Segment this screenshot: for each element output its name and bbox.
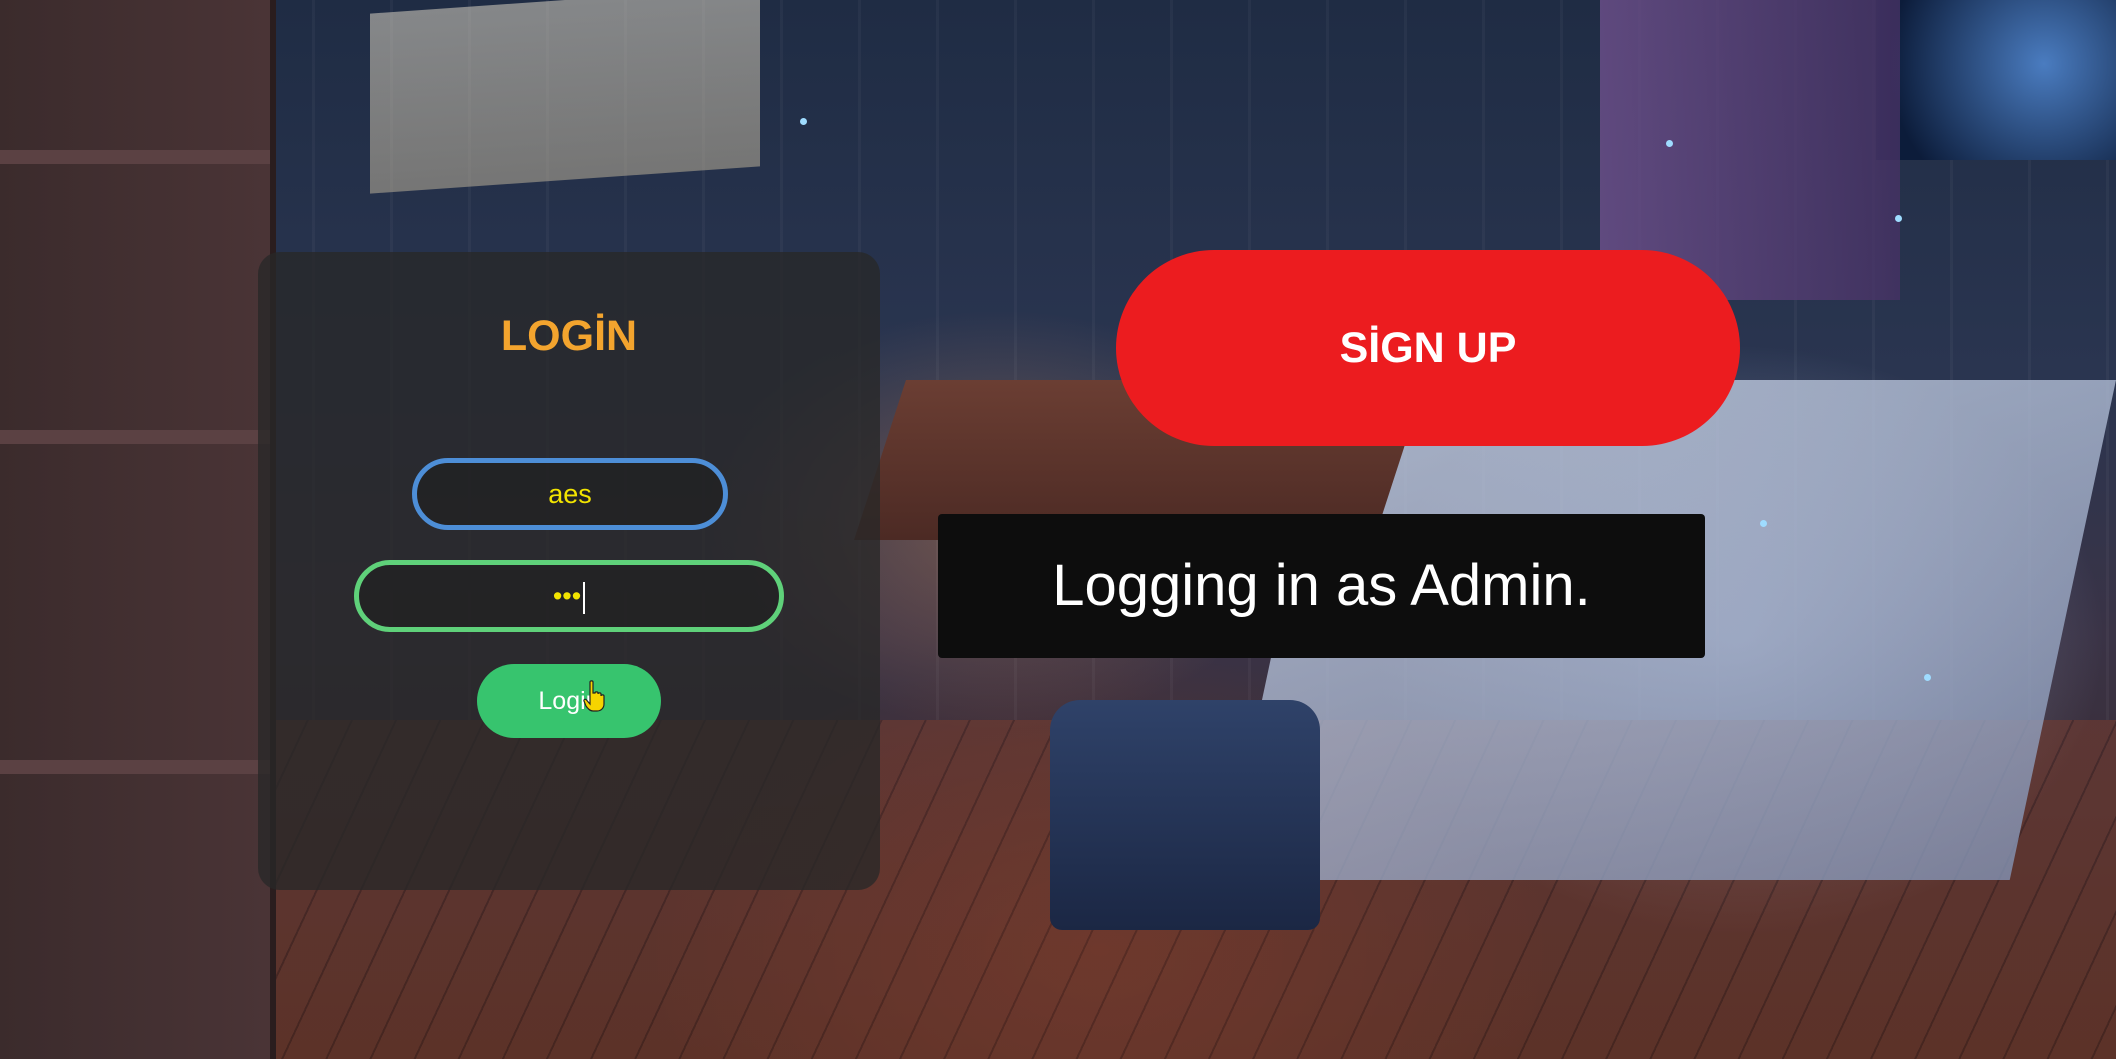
shelf-board bbox=[0, 150, 270, 164]
chair bbox=[1050, 700, 1320, 930]
login-title: LOGİN bbox=[500, 312, 638, 360]
shelf-board bbox=[0, 430, 270, 444]
password-input[interactable]: ••• bbox=[354, 560, 784, 632]
sparkle bbox=[1760, 520, 1767, 527]
night-window bbox=[1876, 0, 2116, 160]
shelf-board bbox=[0, 760, 270, 774]
bookshelf bbox=[0, 0, 276, 1059]
signup-button-label: SİGN UP bbox=[1339, 324, 1517, 372]
background-scene: LOGİN aes ••• Login SİGN UP Logging in a… bbox=[0, 0, 2116, 1059]
login-button[interactable]: Login bbox=[477, 664, 661, 738]
login-panel: LOGİN aes ••• Login bbox=[258, 252, 880, 890]
sparkle bbox=[1924, 674, 1931, 681]
text-caret bbox=[583, 581, 586, 614]
toast-message: Logging in as Admin. bbox=[1052, 553, 1591, 618]
password-mask: ••• bbox=[552, 581, 582, 611]
status-toast: Logging in as Admin. bbox=[938, 514, 1705, 658]
wall-poster bbox=[370, 0, 760, 194]
sparkle bbox=[1895, 215, 1902, 222]
signup-button[interactable]: SİGN UP bbox=[1116, 250, 1740, 446]
sparkle bbox=[1666, 140, 1673, 147]
hand-pointer-icon bbox=[583, 680, 605, 712]
sparkle bbox=[800, 118, 807, 125]
username-input[interactable]: aes bbox=[412, 458, 728, 530]
username-value: aes bbox=[548, 479, 592, 509]
